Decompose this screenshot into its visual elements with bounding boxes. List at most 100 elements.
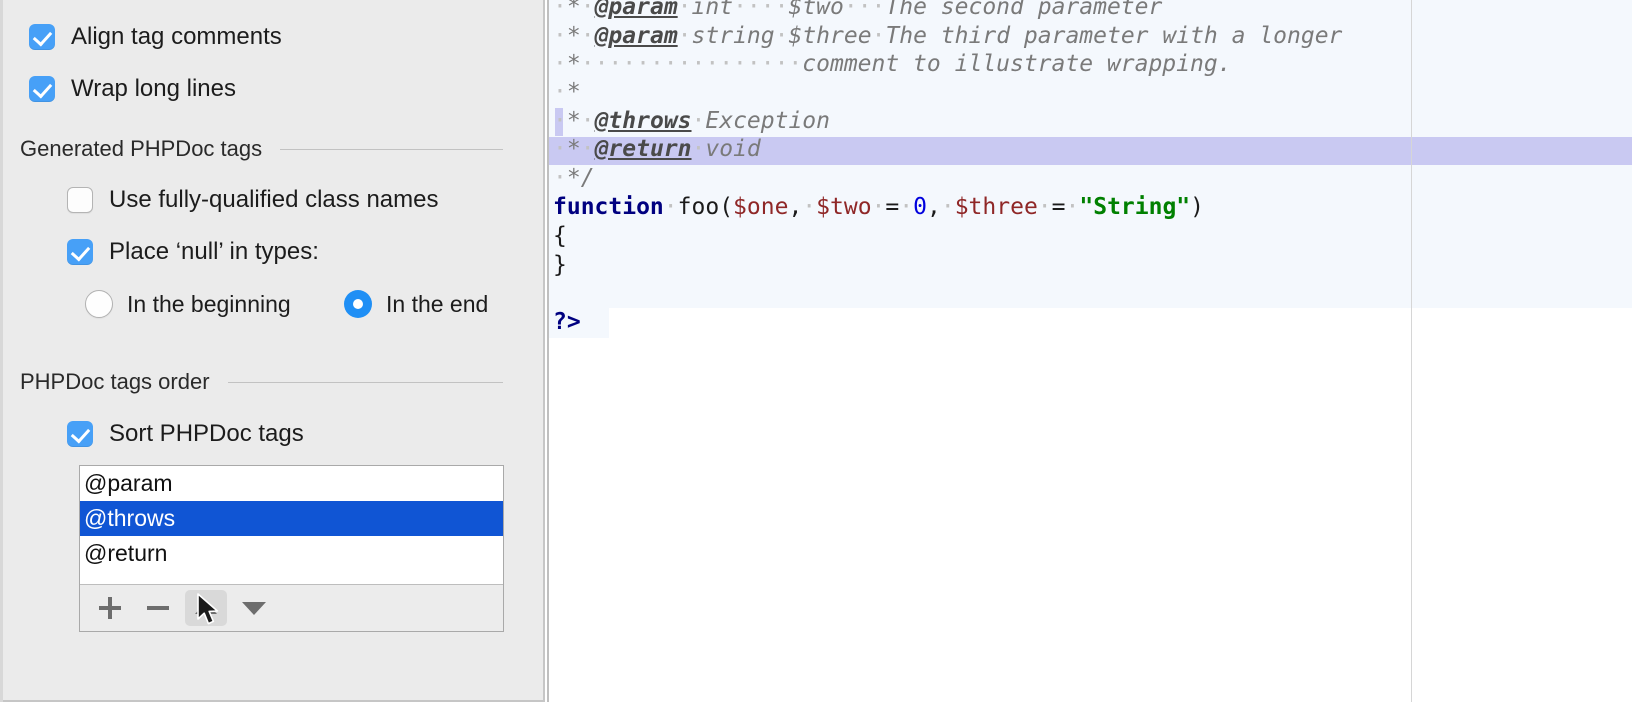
- whitespace-dot: ·: [553, 0, 567, 20]
- whitespace-dot: ·: [580, 0, 595, 20]
- remove-tag-button[interactable]: [137, 590, 179, 626]
- code-preview-pane[interactable]: ·*·@param·int····$two···The second param…: [547, 0, 1632, 702]
- whitespace-dot: ·: [677, 0, 692, 20]
- checkbox-sort-phpdoc-tags[interactable]: [67, 421, 93, 447]
- whitespace-dot: ·: [553, 79, 567, 105]
- arrow-up-icon: [195, 602, 217, 614]
- doc-type: string: [691, 23, 775, 49]
- group-title-phpdoc-tags-order: PHPDoc tags order: [20, 369, 210, 394]
- checkbox-row-align-tag-comments[interactable]: Align tag comments: [29, 24, 282, 50]
- doc-type: int: [691, 0, 734, 20]
- code-line: }: [553, 251, 567, 279]
- phpdoc-tags-list[interactable]: @param @throws @return: [80, 466, 503, 571]
- code-line: ·*·@param·string·$three·The third parame…: [553, 22, 1342, 50]
- code-line-php-close: ?>: [553, 308, 581, 336]
- brace-open: {: [553, 223, 567, 249]
- param-one: $one: [733, 194, 789, 220]
- whitespace-dot: ·: [940, 194, 955, 220]
- radio-row-in-the-end[interactable]: In the end: [344, 290, 488, 318]
- whitespace-dot: ·: [871, 23, 886, 49]
- doc-tag-return: @return: [594, 136, 692, 162]
- whitespace-dot: ·: [553, 108, 567, 134]
- list-item[interactable]: @return: [80, 536, 503, 571]
- move-tag-up-button[interactable]: [185, 590, 227, 626]
- whitespace-dots: ····: [733, 0, 789, 20]
- list-item[interactable]: @throws: [80, 501, 503, 536]
- checkbox-label-align-tag-comments: Align tag comments: [71, 23, 282, 50]
- comma: ,: [926, 194, 941, 220]
- whitespace-dot: ·: [580, 108, 595, 134]
- whitespace-dot: ·: [1065, 194, 1080, 220]
- code-line: ·*·@return·void: [553, 135, 761, 163]
- keyword-function: function: [553, 194, 664, 220]
- doc-description-continued: comment to illustrate wrapping.: [802, 51, 1232, 77]
- whitespace-dot: ·: [580, 136, 595, 162]
- checkbox-row-place-null-in-types[interactable]: Place ‘null’ in types:: [67, 239, 319, 265]
- arrow-down-icon: [242, 601, 266, 615]
- function-name: foo: [677, 194, 720, 220]
- checkbox-label-wrap-long-lines: Wrap long lines: [71, 75, 236, 102]
- doc-asterisk: *: [566, 108, 581, 134]
- radio-in-the-beginning[interactable]: [85, 290, 113, 318]
- group-header-generated-phpdoc-tags: Generated PHPDoc tags: [20, 136, 503, 162]
- checkbox-wrap-long-lines[interactable]: [29, 76, 55, 102]
- doc-var: $two: [788, 0, 844, 20]
- whitespace-dot: ·: [691, 136, 706, 162]
- checkbox-label-place-null-in-types: Place ‘null’ in types:: [109, 238, 319, 265]
- whitespace-dot: ·: [580, 23, 595, 49]
- doc-type: void: [705, 136, 761, 162]
- default-value-zero: 0: [913, 194, 927, 220]
- checkbox-row-wrap-long-lines[interactable]: Wrap long lines: [29, 76, 236, 102]
- plus-icon: [99, 597, 121, 619]
- whitespace-dots: ················: [580, 51, 803, 77]
- group-title-generated-phpdoc-tags: Generated PHPDoc tags: [20, 136, 263, 161]
- phpdoc-settings-panel: Align tag comments Wrap long lines Gener…: [0, 0, 545, 702]
- doc-asterisk: *: [566, 136, 581, 162]
- code-line-function-signature: function·foo($one,·$two·=·0,·$three·=·"S…: [553, 193, 1204, 221]
- whitespace-dot: ·: [677, 23, 692, 49]
- param-three: $three: [954, 194, 1038, 220]
- whitespace-dot: ·: [1037, 194, 1052, 220]
- code-line: ·*: [553, 78, 581, 106]
- doc-asterisk: *: [566, 23, 581, 49]
- paren-close: ): [1190, 194, 1205, 220]
- group-separator-line-2: [227, 381, 503, 383]
- phpdoc-tags-listbox[interactable]: @param @throws @return: [79, 465, 504, 632]
- whitespace-dot: ·: [553, 165, 567, 191]
- move-tag-down-button[interactable]: [233, 590, 275, 626]
- whitespace-dot: ·: [663, 194, 678, 220]
- checkbox-row-use-fully-qualified-class-names[interactable]: Use fully-qualified class names: [67, 187, 438, 213]
- equals: =: [885, 194, 900, 220]
- whitespace-dot: ·: [691, 108, 706, 134]
- whitespace-dot: ·: [802, 194, 817, 220]
- radio-in-the-end[interactable]: [344, 290, 372, 318]
- code-line: ·*················comment to illustrate …: [553, 50, 1232, 78]
- doc-comment-close: */: [566, 165, 595, 191]
- param-two: $two: [816, 194, 872, 220]
- minus-icon: [147, 597, 169, 619]
- right-margin-guide: [1411, 0, 1412, 702]
- radio-label-in-the-beginning: In the beginning: [127, 291, 291, 317]
- whitespace-dot: ·: [553, 136, 567, 162]
- checkbox-align-tag-comments[interactable]: [29, 24, 55, 50]
- php-close-tag: ?>: [553, 309, 581, 335]
- doc-type: Exception: [705, 108, 830, 134]
- doc-asterisk: *: [566, 51, 581, 77]
- settings-dialog-root: Align tag comments Wrap long lines Gener…: [0, 0, 1632, 702]
- checkbox-place-null-in-types[interactable]: [67, 239, 93, 265]
- whitespace-dots: ···: [843, 0, 886, 20]
- brace-close: }: [553, 252, 567, 278]
- radio-row-in-the-beginning[interactable]: In the beginning: [85, 290, 291, 318]
- group-separator-line: [280, 148, 503, 150]
- code-line: {: [553, 222, 567, 250]
- doc-var: $three: [788, 23, 872, 49]
- checkbox-row-sort-phpdoc-tags[interactable]: Sort PHPDoc tags: [67, 421, 304, 447]
- list-item[interactable]: @param: [80, 466, 503, 501]
- add-tag-button[interactable]: [89, 590, 131, 626]
- checkbox-use-fully-qualified-class-names[interactable]: [67, 187, 93, 213]
- whitespace-dot: ·: [553, 23, 567, 49]
- whitespace-dot: ·: [774, 23, 789, 49]
- doc-tag-param: @param: [594, 23, 678, 49]
- paren-open: (: [719, 194, 734, 220]
- doc-asterisk: *: [566, 79, 581, 105]
